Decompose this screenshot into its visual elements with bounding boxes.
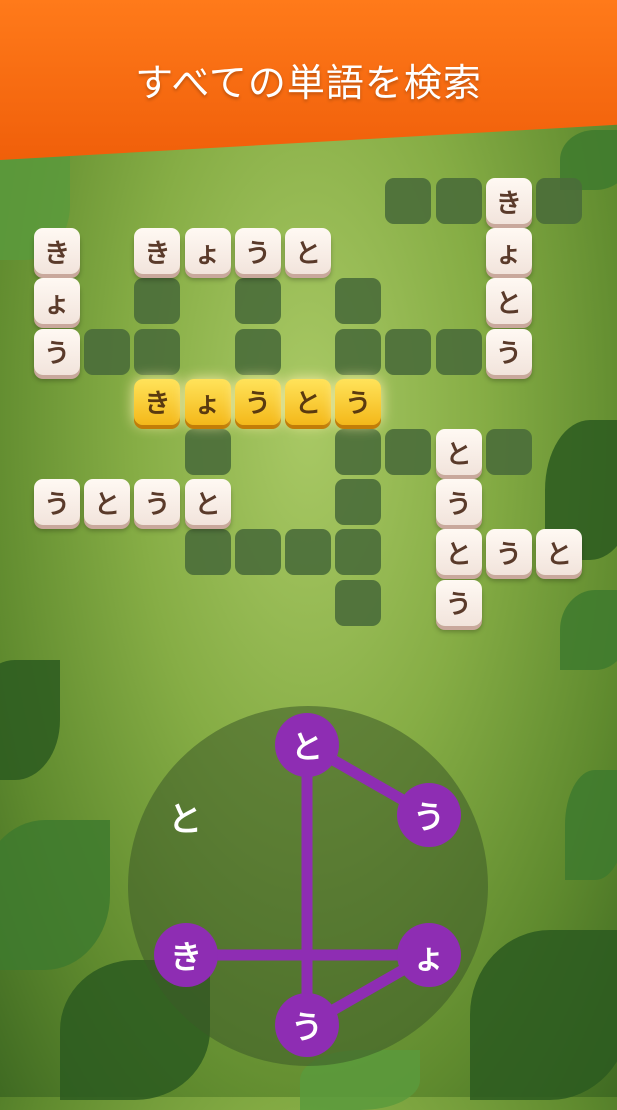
swipe-path xyxy=(180,739,435,1031)
wheel-letter[interactable]: き xyxy=(154,923,218,987)
wheel-letter[interactable]: う xyxy=(397,783,461,847)
wheel-letter[interactable]: ょ xyxy=(397,923,461,987)
banner-title: すべての単語を検索 xyxy=(135,61,482,105)
current-word-preview: と xyxy=(168,800,202,840)
wheel-letter[interactable]: う xyxy=(275,993,339,1057)
wheel-letter[interactable]: と xyxy=(275,713,339,777)
